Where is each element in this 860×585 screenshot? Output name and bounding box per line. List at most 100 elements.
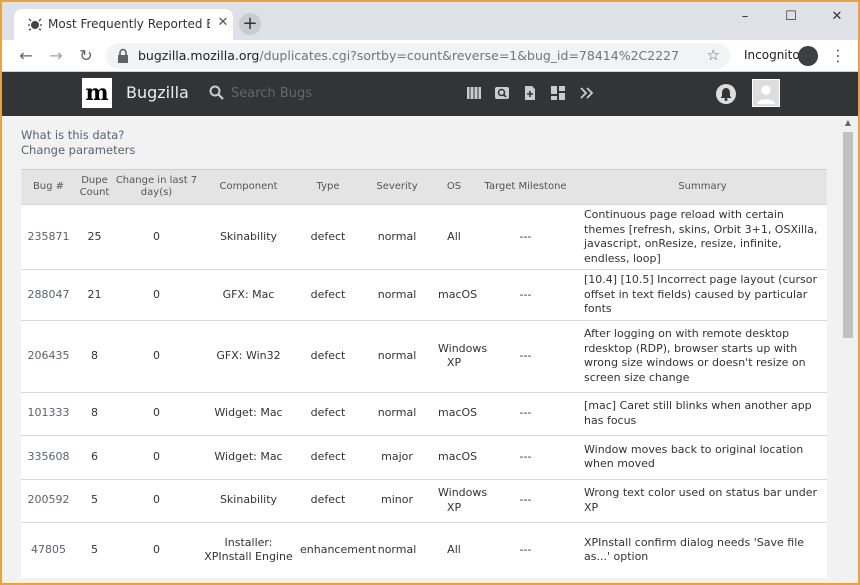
severity: normal bbox=[359, 204, 435, 270]
tab-strip: Most Frequently Reported Bugs f ✕ + – ☐ … bbox=[2, 2, 858, 40]
what-is-this-data-link[interactable]: What is this data? bbox=[21, 128, 135, 143]
dashboard-icon[interactable] bbox=[550, 85, 566, 101]
type: defect bbox=[297, 391, 359, 435]
dupe-count: 25 bbox=[76, 204, 113, 270]
severity: normal bbox=[359, 319, 435, 392]
os: macOS bbox=[435, 269, 477, 320]
search-icon bbox=[209, 85, 224, 100]
incognito-icon[interactable] bbox=[798, 46, 818, 66]
component: Skinability bbox=[200, 204, 297, 270]
forward-arrow-icon[interactable]: → bbox=[44, 44, 68, 68]
bugzilla-favicon-icon bbox=[28, 18, 42, 31]
table-row: 335608 6 0 Widget: Mac defect major macO… bbox=[21, 434, 827, 479]
type: enhancement bbox=[297, 521, 376, 578]
scroll-up-arrow-icon[interactable]: ▲ bbox=[840, 118, 856, 130]
dupe-count: 8 bbox=[76, 391, 113, 435]
os: All bbox=[435, 521, 473, 578]
os: macOS bbox=[435, 391, 477, 435]
summary: XPInstall confirm dialog needs 'Save fil… bbox=[578, 521, 827, 578]
column-header-target-milestone[interactable]: Target Milestone bbox=[473, 169, 578, 205]
type: defect bbox=[297, 478, 359, 522]
change-parameters-link[interactable]: Change parameters bbox=[21, 143, 135, 158]
browser-menu-icon[interactable]: ⋮ bbox=[830, 44, 846, 68]
summary: [10.4] [10.5] Incorrect page layout (cur… bbox=[578, 269, 827, 320]
column-header-summary[interactable]: Summary bbox=[578, 169, 827, 205]
browser-window: Most Frequently Reported Bugs f ✕ + – ☐ … bbox=[1, 1, 859, 584]
advanced-search-icon[interactable] bbox=[494, 85, 510, 101]
mozilla-logo[interactable]: m bbox=[82, 78, 112, 108]
site-title[interactable]: Bugzilla bbox=[126, 83, 189, 102]
lock-icon bbox=[118, 48, 128, 63]
target-milestone: --- bbox=[473, 391, 578, 435]
maximize-icon[interactable]: ☐ bbox=[768, 2, 814, 32]
dupe-count: 8 bbox=[76, 319, 113, 392]
change-count: 0 bbox=[113, 434, 200, 479]
duplicates-table: Bug # Dupe Count Change in last 7 day(s)… bbox=[21, 169, 827, 578]
close-window-icon[interactable]: ✕ bbox=[814, 2, 858, 32]
severity: normal bbox=[359, 391, 435, 435]
table-row: 101333 8 0 Widget: Mac defect normal mac… bbox=[21, 391, 827, 435]
new-tab-button[interactable]: + bbox=[239, 13, 261, 35]
url-host: bugzilla.mozilla.org bbox=[138, 48, 260, 63]
target-milestone: --- bbox=[473, 269, 578, 320]
bug-id-link[interactable]: 288047 bbox=[21, 269, 76, 320]
table-row: 200592 5 0 Skinability defect minor Wind… bbox=[21, 478, 827, 522]
vertical-scrollbar[interactable]: ▲ bbox=[840, 116, 856, 583]
os: All bbox=[435, 204, 473, 270]
browser-toolbar: ← → ↻ bugzilla.mozilla.org/duplicates.cg… bbox=[2, 40, 858, 72]
os: macOS bbox=[435, 434, 477, 479]
dupe-count: 5 bbox=[76, 478, 113, 522]
tab-title: Most Frequently Reported Bugs f bbox=[48, 17, 210, 31]
table-row: 288047 21 0 GFX: Mac defect normal macOS… bbox=[21, 269, 827, 320]
bookmark-star-icon[interactable]: ☆ bbox=[707, 46, 720, 64]
search-input[interactable] bbox=[231, 83, 381, 103]
component: GFX: Mac bbox=[200, 269, 297, 320]
tab-close-icon[interactable]: ✕ bbox=[215, 15, 231, 31]
incognito-label: Incognito bbox=[744, 48, 800, 62]
bugzilla-header: m Bugzilla bbox=[2, 72, 858, 116]
more-chevrons-icon[interactable] bbox=[578, 85, 594, 101]
bug-id-link[interactable]: 235871 bbox=[21, 204, 76, 270]
column-header-dupe-count[interactable]: Dupe Count bbox=[76, 169, 113, 205]
summary: Window moves back to original location w… bbox=[578, 434, 827, 479]
notifications-bell-icon[interactable] bbox=[716, 84, 736, 104]
back-arrow-icon[interactable]: ← bbox=[14, 44, 38, 68]
target-milestone: --- bbox=[473, 434, 578, 479]
page-links: What is this data? Change parameters bbox=[21, 128, 135, 158]
column-header-severity[interactable]: Severity bbox=[359, 169, 435, 205]
dupe-count: 6 bbox=[76, 434, 113, 479]
bug-id-link[interactable]: 200592 bbox=[21, 478, 76, 522]
reload-icon[interactable]: ↻ bbox=[74, 44, 98, 68]
browser-tab[interactable]: Most Frequently Reported Bugs f ✕ bbox=[14, 9, 233, 40]
component: Skinability bbox=[200, 478, 297, 522]
bug-id-link[interactable]: 335608 bbox=[21, 434, 76, 479]
column-header-change[interactable]: Change in last 7 day(s) bbox=[113, 169, 200, 205]
target-milestone: --- bbox=[473, 521, 578, 578]
summary: Continuous page reload with certain them… bbox=[578, 204, 827, 270]
change-count: 0 bbox=[113, 204, 200, 270]
column-header-os[interactable]: OS bbox=[435, 169, 473, 205]
browse-icon[interactable] bbox=[466, 85, 482, 101]
bug-id-link[interactable]: 101333 bbox=[21, 391, 76, 435]
target-milestone: --- bbox=[473, 319, 578, 392]
column-header-type[interactable]: Type bbox=[297, 169, 359, 205]
component: Widget: Mac bbox=[200, 391, 297, 435]
os: Windows XP bbox=[435, 319, 487, 392]
minimize-icon[interactable]: – bbox=[722, 2, 768, 32]
type: defect bbox=[297, 204, 359, 270]
change-count: 0 bbox=[113, 391, 200, 435]
new-bug-icon[interactable] bbox=[522, 85, 538, 101]
summary: After logging on with remote desktop rde… bbox=[578, 319, 827, 392]
change-count: 0 bbox=[113, 478, 200, 522]
column-header-component[interactable]: Component bbox=[200, 169, 297, 205]
address-bar[interactable]: bugzilla.mozilla.org/duplicates.cgi?sort… bbox=[106, 43, 730, 69]
bug-id-link[interactable]: 206435 bbox=[21, 319, 76, 392]
severity: normal bbox=[359, 269, 435, 320]
user-avatar[interactable] bbox=[752, 79, 780, 107]
column-header-bug[interactable]: Bug # bbox=[21, 169, 76, 205]
type: defect bbox=[297, 434, 359, 479]
component: GFX: Win32 bbox=[200, 319, 297, 392]
scrollbar-thumb[interactable] bbox=[843, 132, 853, 338]
bug-id-link[interactable]: 47805 bbox=[21, 521, 76, 578]
component: Widget: Mac bbox=[200, 434, 297, 479]
